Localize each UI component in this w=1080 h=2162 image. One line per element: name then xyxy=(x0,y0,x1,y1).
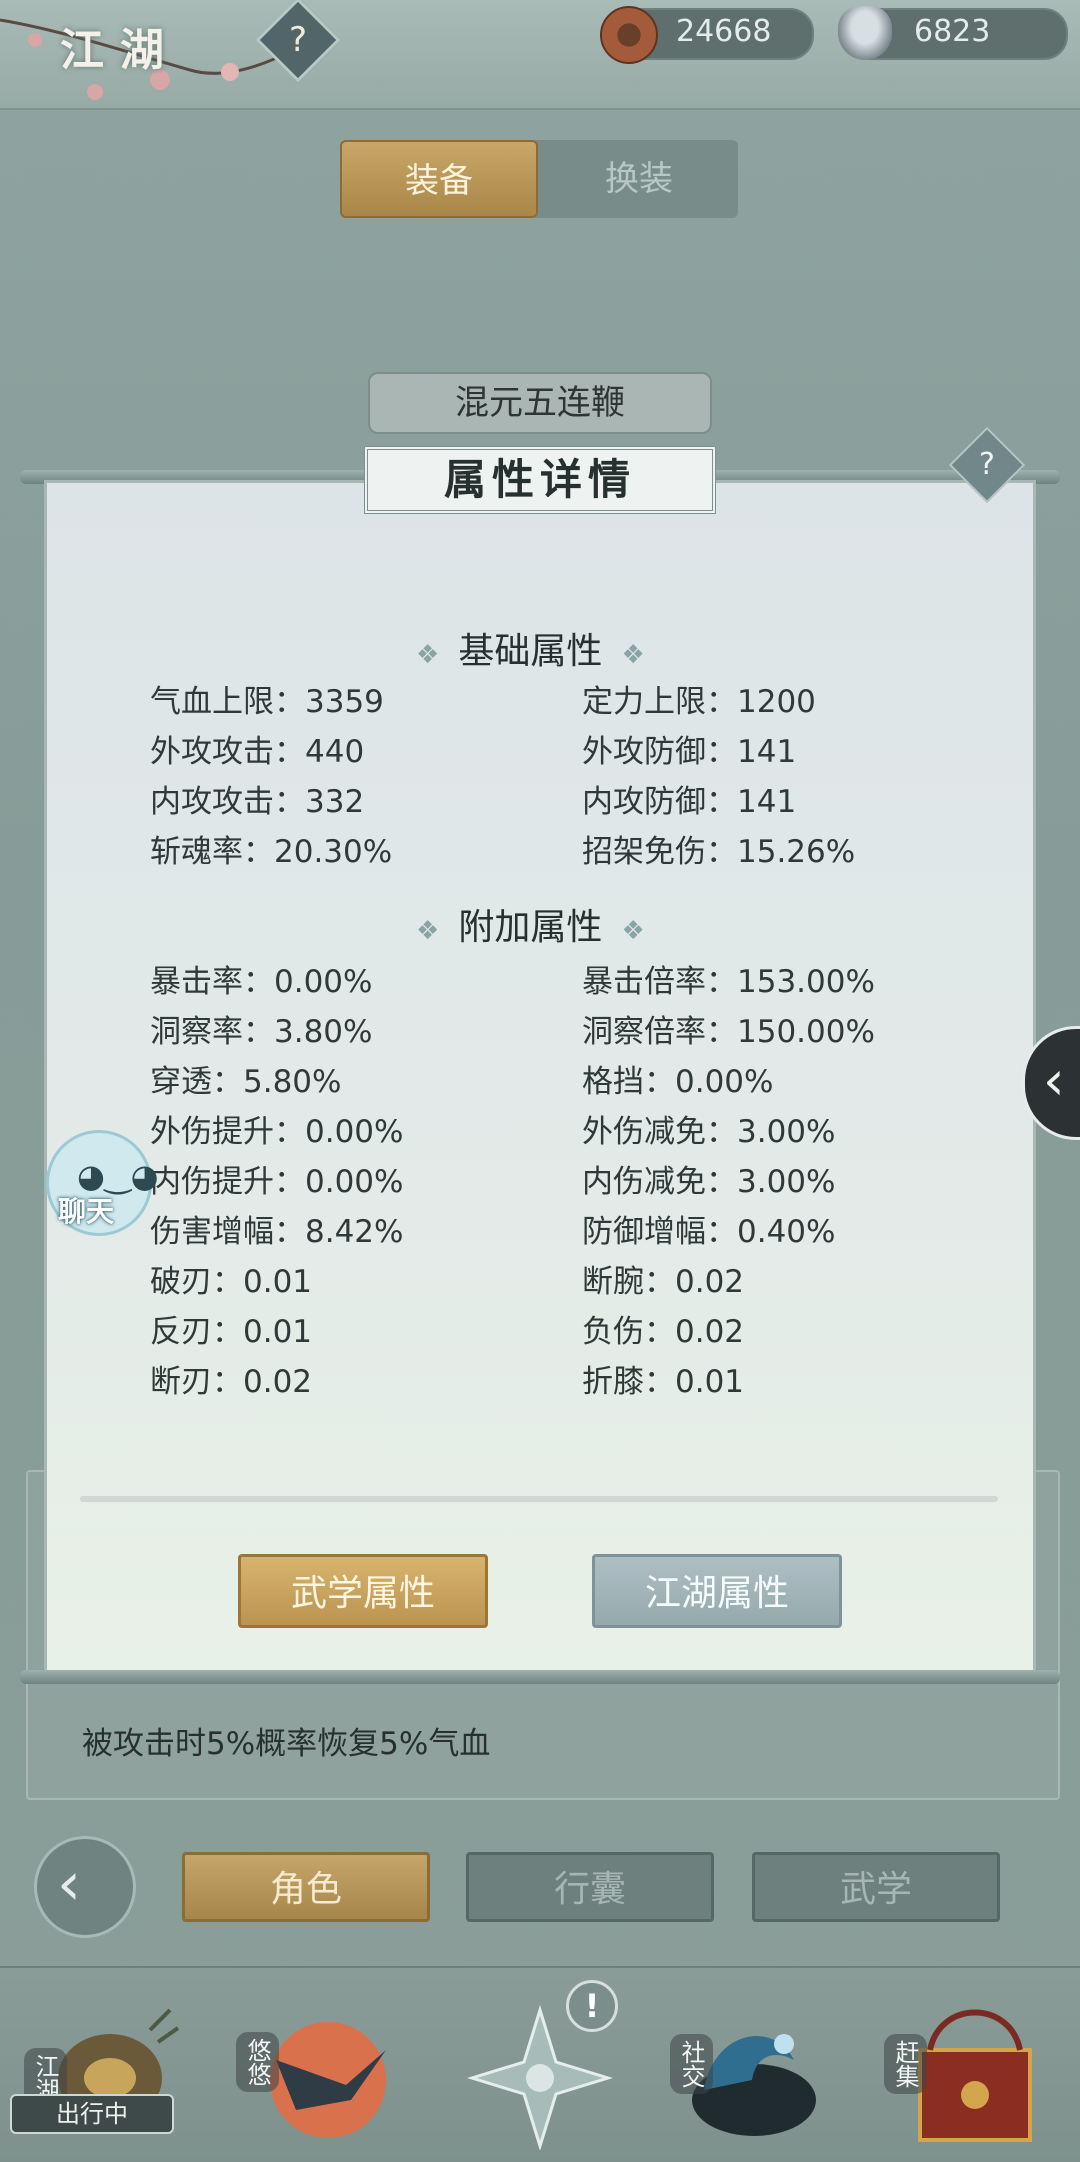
chat-label[interactable]: 聊天 xyxy=(58,1190,114,1230)
silver-amount: 6823 xyxy=(914,14,991,49)
diamond-ornament-icon: ❖ xyxy=(621,916,645,946)
stat-item: 防御增幅：0.40% xyxy=(582,1214,836,1250)
back-arrow-icon: ‹ xyxy=(57,1849,81,1919)
dock-label: 悠悠 xyxy=(236,2032,279,2092)
stat-item: 负伤：0.02 xyxy=(582,1314,745,1350)
martial-attributes-button[interactable]: 武学属性 xyxy=(238,1554,488,1628)
section-title: 基础属性 xyxy=(458,631,603,672)
stat-item: 洞察倍率：150.00% xyxy=(582,1014,875,1050)
stat-item: 内攻防御：141 xyxy=(582,784,797,820)
stat-item: 气血上限：3359 xyxy=(150,684,384,720)
stat-item: 外伤提升：0.00% xyxy=(150,1114,404,1150)
dock-market[interactable]: 赶集 xyxy=(880,1990,1040,2150)
scroll-rod-bottom xyxy=(20,1670,1060,1684)
stat-item: 伤害增幅：8.42% xyxy=(150,1214,404,1250)
panel-title: 属性详情 xyxy=(364,446,716,514)
stat-item: 内攻攻击：332 xyxy=(150,784,365,820)
nav-character-button[interactable]: 角色 xyxy=(182,1852,430,1922)
dock-label: 赶集 xyxy=(884,2034,927,2094)
section-title: 附加属性 xyxy=(458,907,603,948)
nav-martial-button[interactable]: 武学 xyxy=(752,1852,1000,1922)
extra-attributes-heading: ❖ 附加属性 ❖ xyxy=(416,898,645,950)
traveling-status-badge: 出行中 xyxy=(10,2094,174,2134)
stat-item: 反刃：0.01 xyxy=(150,1314,313,1350)
diamond-ornament-icon: ❖ xyxy=(621,640,645,670)
silver-currency: 6823 xyxy=(838,6,1068,60)
dock-youyou[interactable]: 悠悠 xyxy=(236,1990,396,2150)
stat-item: 断刃：0.02 xyxy=(150,1364,313,1400)
diamond-ornament-icon: ❖ xyxy=(416,640,440,670)
stat-item: 外攻攻击：440 xyxy=(150,734,365,770)
app-title: 江湖 xyxy=(60,25,180,76)
panel-divider xyxy=(80,1496,998,1502)
base-attributes-heading: ❖ 基础属性 ❖ xyxy=(416,622,645,674)
copper-amount: 24668 xyxy=(676,14,772,49)
alert-icon: ! xyxy=(566,1980,618,2032)
stat-item: 内伤减免：3.00% xyxy=(582,1164,836,1200)
weapon-name-plate: 混元五连鞭 xyxy=(368,372,712,434)
stat-item: 破刃：0.01 xyxy=(150,1264,313,1300)
stat-item: 断腕：0.02 xyxy=(582,1264,745,1300)
tab-equipment[interactable]: 装备 xyxy=(340,140,538,218)
stat-item: 外伤减免：3.00% xyxy=(582,1114,836,1150)
stat-item: 折膝：0.01 xyxy=(582,1364,745,1400)
copper-coin-icon xyxy=(600,6,658,64)
dock-center-compass[interactable]: ! xyxy=(460,1980,620,2152)
dock-label: 社交 xyxy=(670,2034,713,2094)
stat-item: 斩魂率：20.30% xyxy=(150,834,393,870)
stat-item: 暴击倍率：153.00% xyxy=(582,964,875,1000)
equip-tabs: 装备 换装 xyxy=(340,140,738,218)
item-effect-text: 被攻击时5%概率恢复5%气血 xyxy=(82,1726,491,1762)
stat-item: 内伤提升：0.00% xyxy=(150,1164,404,1200)
stat-item: 穿透：5.80% xyxy=(150,1064,342,1100)
stat-item: 格挡：0.00% xyxy=(582,1064,774,1100)
silver-ingot-icon xyxy=(838,6,892,60)
diamond-ornament-icon: ❖ xyxy=(416,916,440,946)
stat-item: 洞察率：3.80% xyxy=(150,1014,373,1050)
stat-item: 暴击率：0.00% xyxy=(150,964,373,1000)
chevron-left-icon: ‹ xyxy=(1043,1049,1065,1112)
tab-change-outfit[interactable]: 换装 xyxy=(540,140,738,218)
nav-bag-button[interactable]: 行囊 xyxy=(466,1852,714,1922)
stat-item: 外攻防御：141 xyxy=(582,734,797,770)
stat-item: 定力上限：1200 xyxy=(582,684,816,720)
back-button[interactable]: ‹ xyxy=(34,1836,136,1938)
dock-social[interactable]: 社交 xyxy=(664,1990,824,2150)
copper-currency: 24668 xyxy=(600,6,814,64)
jianghu-attributes-button[interactable]: 江湖属性 xyxy=(592,1554,842,1628)
stat-item: 招架免伤：15.26% xyxy=(582,834,856,870)
